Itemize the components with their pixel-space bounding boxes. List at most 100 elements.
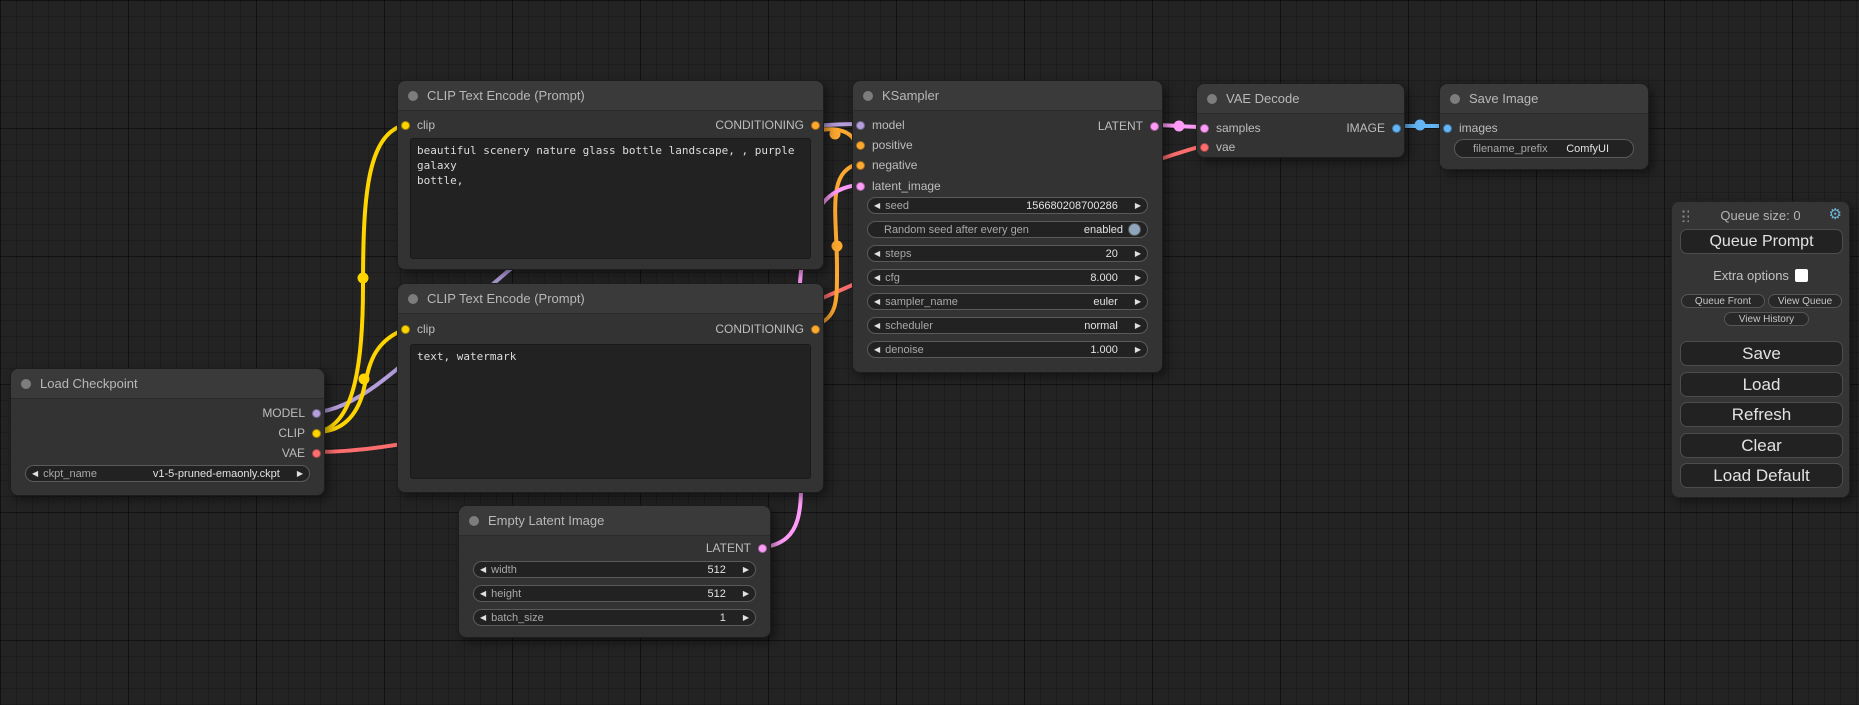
output-port-image[interactable]: IMAGE	[1346, 121, 1401, 135]
output-port-latent[interactable]: LATENT	[706, 541, 767, 555]
decrement-arrow-icon[interactable]: ◀	[874, 298, 880, 306]
conditioning-port-icon[interactable]	[811, 325, 820, 334]
random-seed-toggle-widget[interactable]: Random seed after every gen enabled	[867, 221, 1148, 238]
collapse-dot-icon[interactable]	[469, 516, 479, 526]
decrement-arrow-icon[interactable]: ◀	[32, 470, 38, 478]
increment-arrow-icon[interactable]: ▶	[743, 614, 749, 622]
decrement-arrow-icon[interactable]: ◀	[480, 614, 486, 622]
increment-arrow-icon[interactable]: ▶	[1135, 346, 1141, 354]
collapse-dot-icon[interactable]	[1207, 94, 1217, 104]
decrement-arrow-icon[interactable]: ◀	[874, 250, 880, 258]
node-vae-decode[interactable]: VAE Decode samples vae IMAGE	[1196, 83, 1405, 158]
view-queue-button[interactable]: View Queue	[1768, 294, 1842, 308]
collapse-dot-icon[interactable]	[863, 91, 873, 101]
link-dot[interactable]	[832, 241, 843, 252]
output-port-conditioning[interactable]: CONDITIONING	[715, 322, 820, 336]
decrement-arrow-icon[interactable]: ◀	[480, 590, 486, 598]
output-port-clip[interactable]: CLIP	[278, 426, 321, 440]
latent-port-icon[interactable]	[1200, 124, 1209, 133]
increment-arrow-icon[interactable]: ▶	[1135, 322, 1141, 330]
toggle-indicator-icon[interactable]	[1128, 223, 1141, 236]
denoise-widget[interactable]: ◀ denoise 1.000 ▶	[867, 341, 1148, 358]
model-port-icon[interactable]	[856, 121, 865, 130]
node-title-bar[interactable]: CLIP Text Encode (Prompt)	[398, 284, 823, 314]
drag-handle-icon[interactable]	[1681, 209, 1689, 222]
input-port-clip[interactable]: clip	[401, 118, 435, 132]
input-port-positive[interactable]: positive	[856, 138, 913, 152]
increment-arrow-icon[interactable]: ▶	[1135, 274, 1141, 282]
increment-arrow-icon[interactable]: ▶	[1135, 202, 1141, 210]
node-title-bar[interactable]: Save Image	[1440, 84, 1648, 114]
node-title-bar[interactable]: VAE Decode	[1197, 84, 1404, 114]
clear-button[interactable]: Clear	[1680, 433, 1843, 458]
input-port-vae[interactable]: vae	[1200, 140, 1235, 154]
negative-prompt-textarea[interactable]: text, watermark	[410, 344, 811, 479]
link-dot[interactable]	[1415, 120, 1426, 131]
node-title-bar[interactable]: Load Checkpoint	[11, 369, 324, 399]
input-port-model[interactable]: model	[856, 118, 905, 132]
load-button[interactable]: Load	[1680, 372, 1843, 397]
collapse-dot-icon[interactable]	[408, 91, 418, 101]
seed-widget[interactable]: ◀ seed 156680208700286 ▶	[867, 197, 1148, 214]
refresh-button[interactable]: Refresh	[1680, 402, 1843, 427]
output-port-conditioning[interactable]: CONDITIONING	[715, 118, 820, 132]
cfg-widget[interactable]: ◀ cfg 8.000 ▶	[867, 269, 1148, 286]
positive-prompt-textarea[interactable]: beautiful scenery nature glass bottle la…	[410, 138, 811, 259]
increment-arrow-icon[interactable]: ▶	[743, 566, 749, 574]
latent-port-icon[interactable]	[758, 544, 767, 553]
node-load-checkpoint[interactable]: Load Checkpoint MODEL CLIP VAE ◀ ckpt_na…	[10, 368, 325, 496]
conditioning-port-icon[interactable]	[856, 161, 865, 170]
clip-port-icon[interactable]	[312, 429, 321, 438]
link-dot[interactable]	[358, 273, 369, 284]
link-dot[interactable]	[830, 129, 841, 140]
latent-port-icon[interactable]	[1150, 122, 1159, 131]
node-graph-canvas[interactable]: Load Checkpoint MODEL CLIP VAE ◀ ckpt_na…	[0, 0, 1859, 705]
collapse-dot-icon[interactable]	[21, 379, 31, 389]
view-history-button[interactable]: View History	[1724, 312, 1809, 326]
node-clip-text-encode-negative[interactable]: CLIP Text Encode (Prompt) clip CONDITION…	[397, 283, 824, 493]
height-widget[interactable]: ◀ height 512 ▶	[473, 585, 756, 602]
output-port-model[interactable]: MODEL	[262, 406, 321, 420]
queue-front-button[interactable]: Queue Front	[1681, 294, 1765, 308]
width-widget[interactable]: ◀ width 512 ▶	[473, 561, 756, 578]
input-port-images[interactable]: images	[1443, 121, 1498, 135]
queue-prompt-button[interactable]: Queue Prompt	[1680, 229, 1843, 254]
collapse-dot-icon[interactable]	[408, 294, 418, 304]
input-port-clip[interactable]: clip	[401, 322, 435, 336]
node-save-image[interactable]: Save Image images filename_prefix ComfyU…	[1439, 83, 1649, 170]
node-clip-text-encode-positive[interactable]: CLIP Text Encode (Prompt) clip CONDITION…	[397, 80, 824, 270]
batch-size-widget[interactable]: ◀ batch_size 1 ▶	[473, 609, 756, 626]
node-title-bar[interactable]: Empty Latent Image	[459, 506, 770, 536]
decrement-arrow-icon[interactable]: ◀	[874, 346, 880, 354]
conditioning-port-icon[interactable]	[856, 141, 865, 150]
filename-prefix-widget[interactable]: filename_prefix ComfyUI	[1454, 139, 1634, 158]
load-default-button[interactable]: Load Default	[1680, 463, 1843, 488]
sampler-name-widget[interactable]: ◀ sampler_name euler ▶	[867, 293, 1148, 310]
increment-arrow-icon[interactable]: ▶	[743, 590, 749, 598]
decrement-arrow-icon[interactable]: ◀	[874, 274, 880, 282]
input-port-negative[interactable]: negative	[856, 158, 917, 172]
latent-port-icon[interactable]	[856, 182, 865, 191]
clip-port-icon[interactable]	[401, 325, 410, 334]
node-empty-latent-image[interactable]: Empty Latent Image LATENT ◀ width 512 ▶ …	[458, 505, 771, 638]
steps-widget[interactable]: ◀ steps 20 ▶	[867, 245, 1148, 262]
link-dot[interactable]	[1174, 121, 1185, 132]
node-title-bar[interactable]: KSampler	[853, 81, 1162, 111]
increment-arrow-icon[interactable]: ▶	[297, 470, 303, 478]
input-port-latent-image[interactable]: latent_image	[856, 179, 941, 193]
vae-port-icon[interactable]	[312, 449, 321, 458]
output-port-vae[interactable]: VAE	[282, 446, 321, 460]
node-title-bar[interactable]: CLIP Text Encode (Prompt)	[398, 81, 823, 111]
collapse-dot-icon[interactable]	[1450, 94, 1460, 104]
input-port-samples[interactable]: samples	[1200, 121, 1261, 135]
increment-arrow-icon[interactable]: ▶	[1135, 250, 1141, 258]
extra-options-checkbox[interactable]	[1795, 269, 1808, 282]
clip-port-icon[interactable]	[401, 121, 410, 130]
image-port-icon[interactable]	[1392, 124, 1401, 133]
conditioning-port-icon[interactable]	[811, 121, 820, 130]
gear-icon[interactable]: ⚙	[1829, 205, 1842, 223]
output-port-latent[interactable]: LATENT	[1098, 119, 1159, 133]
increment-arrow-icon[interactable]: ▶	[1135, 298, 1141, 306]
decrement-arrow-icon[interactable]: ◀	[874, 322, 880, 330]
image-port-icon[interactable]	[1443, 124, 1452, 133]
